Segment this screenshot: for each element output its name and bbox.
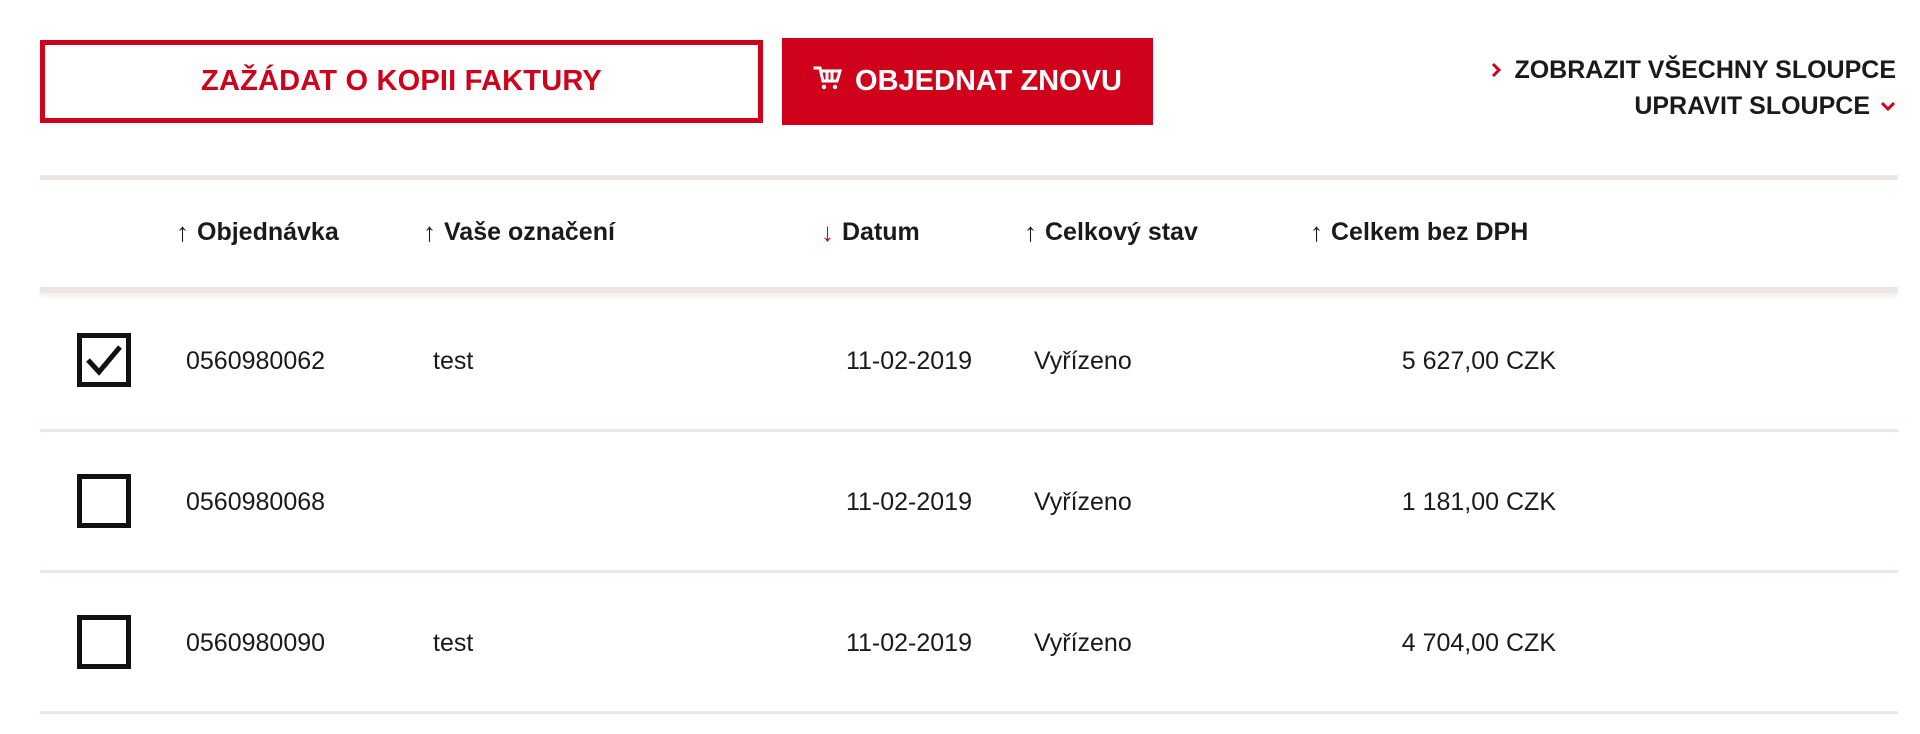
column-header-order[interactable]: ↑ Objednávka bbox=[176, 217, 339, 248]
order-date: 11-02-2019 bbox=[845, 488, 972, 516]
order-date: 11-02-2019 bbox=[845, 347, 972, 375]
reorder-label: OBJEDNAT ZNOVU bbox=[855, 65, 1122, 97]
order-date: 11-02-2019 bbox=[845, 629, 972, 657]
column-header-label: Celkový stav bbox=[1045, 218, 1198, 246]
order-number[interactable]: 0560980068 bbox=[186, 488, 325, 517]
order-number[interactable]: 0560980062 bbox=[186, 347, 325, 376]
chevron-down-icon bbox=[1880, 98, 1896, 114]
cart-icon bbox=[813, 64, 843, 100]
column-header-total[interactable]: ↑ Celkem bez DPH bbox=[1310, 217, 1528, 248]
order-reference: test bbox=[433, 347, 474, 375]
column-header-status[interactable]: ↑ Celkový stav bbox=[1024, 217, 1198, 248]
column-header-reference[interactable]: ↑ Vaše označení bbox=[423, 217, 615, 248]
checkmark-icon bbox=[86, 345, 122, 376]
orders-page: ZAŽÁDAT O KOPII FAKTURY OBJEDNAT ZNOVU Z… bbox=[0, 0, 1920, 734]
order-status: Vyřízeno bbox=[1034, 629, 1132, 657]
column-header-label: Datum bbox=[842, 218, 920, 246]
column-options: ZOBRAZIT VŠECHNY SLOUPCE UPRAVIT SLOUPCE bbox=[1488, 52, 1896, 124]
chevron-right-icon bbox=[1488, 62, 1504, 78]
show-all-columns-label: ZOBRAZIT VŠECHNY SLOUPCE bbox=[1514, 56, 1896, 84]
row-divider bbox=[40, 570, 1898, 573]
order-number[interactable]: 0560980090 bbox=[186, 629, 325, 658]
arrow-up-icon: ↑ bbox=[176, 217, 189, 247]
show-all-columns-link[interactable]: ZOBRAZIT VŠECHNY SLOUPCE bbox=[1488, 52, 1896, 88]
row-checkbox[interactable] bbox=[77, 615, 131, 669]
order-status: Vyřízeno bbox=[1034, 347, 1132, 375]
row-divider bbox=[40, 711, 1898, 714]
order-reference: test bbox=[433, 629, 474, 657]
arrow-down-icon: ↓ bbox=[821, 217, 834, 247]
column-header-label: Objednávka bbox=[197, 218, 339, 246]
column-header-label: Celkem bez DPH bbox=[1331, 218, 1529, 246]
order-status: Vyřízeno bbox=[1034, 488, 1132, 516]
edit-columns-label: UPRAVIT SLOUPCE bbox=[1634, 92, 1870, 120]
arrow-up-icon: ↑ bbox=[1024, 217, 1037, 247]
order-total: 5 627,00 CZK bbox=[1401, 347, 1556, 375]
row-checkbox[interactable] bbox=[77, 333, 131, 387]
reorder-button[interactable]: OBJEDNAT ZNOVU bbox=[782, 38, 1153, 125]
table-header-divider bbox=[40, 287, 1898, 293]
request-invoice-copy-label: ZAŽÁDAT O KOPII FAKTURY bbox=[201, 65, 602, 97]
arrow-up-icon: ↑ bbox=[423, 217, 436, 247]
order-total: 4 704,00 CZK bbox=[1401, 629, 1556, 657]
row-checkbox[interactable] bbox=[77, 474, 131, 528]
column-header-label: Vaše označení bbox=[444, 218, 615, 246]
edit-columns-link[interactable]: UPRAVIT SLOUPCE bbox=[1488, 88, 1896, 124]
order-total: 1 181,00 CZK bbox=[1401, 488, 1556, 516]
request-invoice-copy-button[interactable]: ZAŽÁDAT O KOPII FAKTURY bbox=[40, 40, 763, 123]
arrow-up-icon: ↑ bbox=[1310, 217, 1323, 247]
column-header-date[interactable]: ↓ Datum bbox=[821, 217, 920, 248]
row-divider bbox=[40, 429, 1898, 432]
table-top-divider bbox=[40, 175, 1898, 180]
